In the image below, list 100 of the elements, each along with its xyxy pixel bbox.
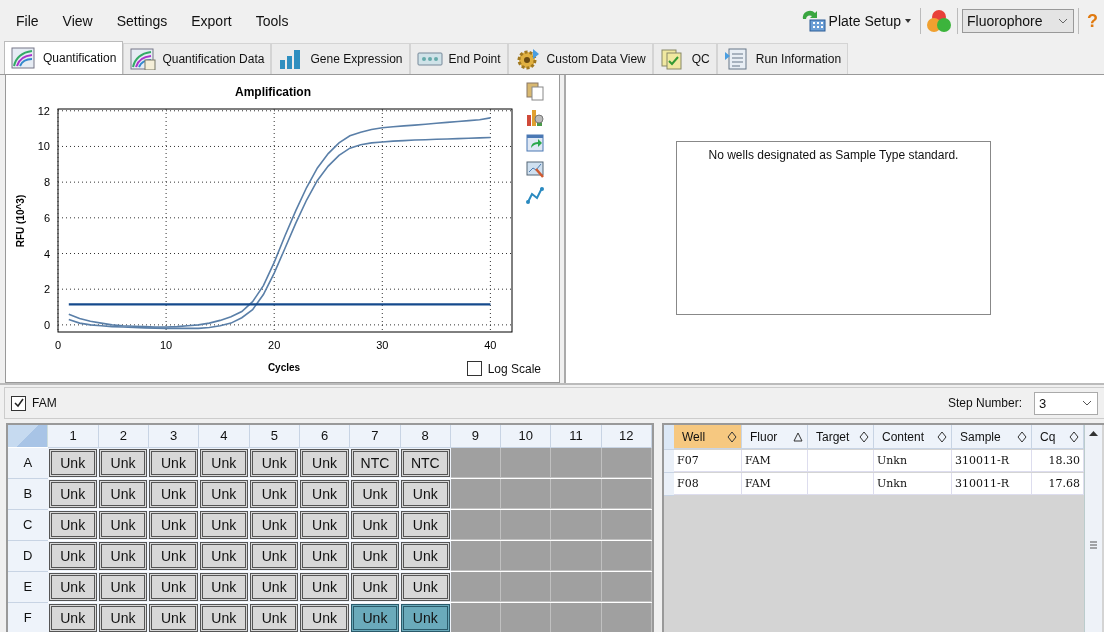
well[interactable]: Unk [350, 511, 400, 539]
tab[interactable]: QC [652, 43, 717, 74]
export-icon[interactable] [526, 133, 544, 153]
scrollbar[interactable] [1084, 425, 1102, 632]
well[interactable]: Unk [199, 542, 248, 570]
well[interactable]: Unk [350, 573, 400, 601]
well[interactable]: Unk [199, 511, 248, 539]
well[interactable]: Unk [98, 542, 148, 570]
column-header[interactable]: Fluor [742, 425, 808, 449]
row-selector[interactable] [664, 473, 674, 496]
well[interactable]: Unk [149, 480, 198, 508]
fluorophore-dropdown[interactable]: Fluorophore [962, 9, 1074, 33]
well[interactable]: Unk [149, 511, 198, 539]
tab[interactable]: Quantification Data [123, 43, 272, 74]
well[interactable]: Unk [250, 573, 299, 601]
well[interactable]: Unk [350, 542, 400, 570]
row-selector[interactable] [664, 450, 674, 473]
tab[interactable]: Run Information [716, 43, 849, 74]
tab[interactable]: Custom Data View [507, 43, 653, 74]
column-header[interactable]: 9 [450, 425, 502, 448]
well[interactable]: Unk [199, 449, 248, 477]
well[interactable]: Unk [149, 449, 198, 477]
well[interactable]: Unk [98, 604, 148, 632]
well[interactable]: Unk [149, 604, 198, 632]
well[interactable]: Unk [199, 480, 248, 508]
well[interactable]: Unk [98, 480, 148, 508]
column-header[interactable]: Cq [1032, 425, 1084, 449]
well[interactable]: Unk [350, 480, 400, 508]
well[interactable]: Unk [199, 573, 248, 601]
well[interactable]: Unk [199, 604, 248, 632]
step-number-dropdown[interactable]: 3 [1034, 391, 1098, 415]
tab[interactable]: End Point [409, 43, 508, 74]
column-header[interactable]: 11 [551, 425, 602, 448]
column-header[interactable]: 8 [400, 425, 451, 448]
well[interactable]: Unk [401, 480, 450, 508]
well[interactable]: Unk [48, 449, 97, 477]
well[interactable]: Unk [250, 511, 299, 539]
well[interactable]: Unk [300, 604, 349, 632]
menu-item[interactable]: Settings [108, 13, 176, 29]
well[interactable]: Unk [250, 480, 299, 508]
well[interactable]: Unk [98, 511, 148, 539]
menu-item[interactable]: Tools [247, 13, 297, 29]
well[interactable]: Unk [401, 604, 450, 632]
row-header[interactable]: D [8, 541, 48, 572]
column-header[interactable]: Sample [952, 425, 1032, 449]
well[interactable]: Unk [300, 449, 349, 477]
well[interactable]: NTC [350, 449, 400, 477]
well[interactable]: Unk [401, 542, 450, 570]
well[interactable]: NTC [401, 449, 450, 477]
well[interactable]: Unk [300, 480, 349, 508]
well[interactable]: Unk [300, 511, 349, 539]
row-header[interactable]: A [8, 448, 48, 479]
copy-icon[interactable] [526, 81, 544, 101]
tab[interactable]: Quantification [4, 41, 124, 74]
well[interactable]: Unk [401, 573, 450, 601]
row-header[interactable]: F [8, 603, 48, 632]
well[interactable]: Unk [48, 542, 97, 570]
plate-setup-button[interactable]: Plate Setup [795, 9, 916, 33]
well[interactable]: Unk [48, 480, 97, 508]
color-circles-icon[interactable] [925, 8, 953, 34]
well[interactable]: Unk [250, 542, 299, 570]
well[interactable]: Unk [48, 511, 97, 539]
menu-item[interactable]: File [8, 13, 47, 29]
column-header[interactable]: 7 [350, 425, 401, 448]
line-series-icon[interactable] [526, 185, 544, 205]
column-header[interactable]: Well [674, 425, 742, 449]
well[interactable]: Unk [401, 511, 450, 539]
column-header[interactable]: 12 [601, 425, 652, 448]
edit-chart-icon[interactable] [526, 159, 544, 179]
well[interactable]: Unk [48, 604, 97, 632]
well[interactable]: Unk [300, 573, 349, 601]
column-header[interactable]: Content [874, 425, 952, 449]
log-scale-checkbox[interactable] [466, 361, 482, 376]
well[interactable]: Unk [98, 573, 148, 601]
well[interactable]: Unk [300, 542, 349, 570]
well[interactable]: Unk [250, 604, 299, 632]
column-header[interactable]: Target [808, 425, 874, 449]
column-header[interactable]: 2 [98, 425, 150, 448]
row-header[interactable]: C [8, 510, 48, 541]
row-header[interactable]: E [8, 572, 48, 603]
menu-item[interactable]: Export [183, 13, 240, 29]
well[interactable]: Unk [149, 542, 198, 570]
column-header[interactable]: 10 [501, 425, 552, 448]
select-all-corner[interactable] [8, 425, 49, 447]
fam-checkbox[interactable] [11, 395, 26, 411]
column-header[interactable]: 4 [199, 425, 250, 448]
column-header[interactable]: 6 [299, 425, 351, 448]
column-header[interactable]: 3 [149, 425, 200, 448]
column-header[interactable]: 1 [48, 425, 99, 448]
select-all-corner[interactable] [664, 425, 674, 450]
well[interactable]: Unk [149, 573, 198, 601]
chart-settings-icon[interactable] [526, 107, 544, 127]
menu-item[interactable]: View [54, 13, 101, 29]
well[interactable]: Unk [98, 449, 148, 477]
row-header[interactable]: B [8, 479, 48, 510]
well[interactable]: Unk [250, 449, 299, 477]
well[interactable]: Unk [48, 573, 97, 601]
column-header[interactable]: 5 [249, 425, 300, 448]
well[interactable]: Unk [350, 604, 400, 632]
tab[interactable]: Gene Expression [271, 43, 410, 74]
